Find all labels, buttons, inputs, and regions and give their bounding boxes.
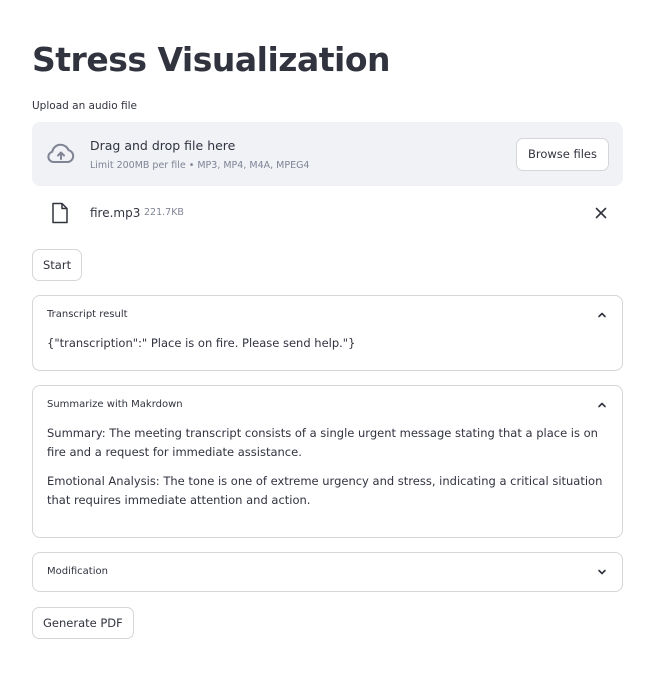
summary-content: Summary: The meeting transcript consists… xyxy=(33,424,622,522)
start-button[interactable]: Start xyxy=(32,249,83,281)
emotional-analysis-text: Emotional Analysis: The tone is one of e… xyxy=(47,474,603,507)
transcript-content: {"transcription":" Place is on fire. Ple… xyxy=(33,334,622,365)
file-icon xyxy=(52,202,68,224)
summary-expander-title: Summarize with Makrdown xyxy=(47,399,183,410)
file-dropzone[interactable]: Drag and drop file here Limit 200MB per … xyxy=(32,122,623,186)
modification-expander-header[interactable]: Modification xyxy=(33,553,622,591)
file-name: fire.mp3 xyxy=(90,206,141,220)
chevron-up-icon xyxy=(598,312,606,318)
modification-expander: Modification xyxy=(32,552,623,592)
chevron-up-icon xyxy=(598,402,606,408)
summary-expander: Summarize with Makrdown Summary: The mee… xyxy=(32,385,623,538)
close-icon[interactable] xyxy=(593,205,609,221)
transcript-text: {"transcription":" Place is on fire. Ple… xyxy=(47,336,356,350)
transcript-expander-title: Transcript result xyxy=(47,309,128,320)
dropzone-limit-text: Limit 200MB per file • MP3, MP4, M4A, MP… xyxy=(90,160,310,171)
modification-expander-title: Modification xyxy=(47,566,108,577)
dropzone-title: Drag and drop file here xyxy=(90,138,236,153)
chevron-down-icon xyxy=(598,569,606,575)
generate-pdf-button[interactable]: Generate PDF xyxy=(32,607,134,639)
file-size: 221.7KB xyxy=(144,207,184,218)
browse-files-button[interactable]: Browse files xyxy=(515,138,609,171)
summary-expander-header[interactable]: Summarize with Makrdown xyxy=(33,386,622,424)
uploaded-file-row: fire.mp3 221.7KB xyxy=(32,200,623,228)
upload-label: Upload an audio file xyxy=(32,100,137,112)
transcript-expander: Transcript result {"transcription":" Pla… xyxy=(32,295,623,371)
transcript-expander-header[interactable]: Transcript result xyxy=(33,296,622,334)
cloud-upload-icon xyxy=(47,143,75,163)
summary-text: Summary: The meeting transcript consists… xyxy=(47,426,598,459)
page-title: Stress Visualization xyxy=(32,40,391,79)
